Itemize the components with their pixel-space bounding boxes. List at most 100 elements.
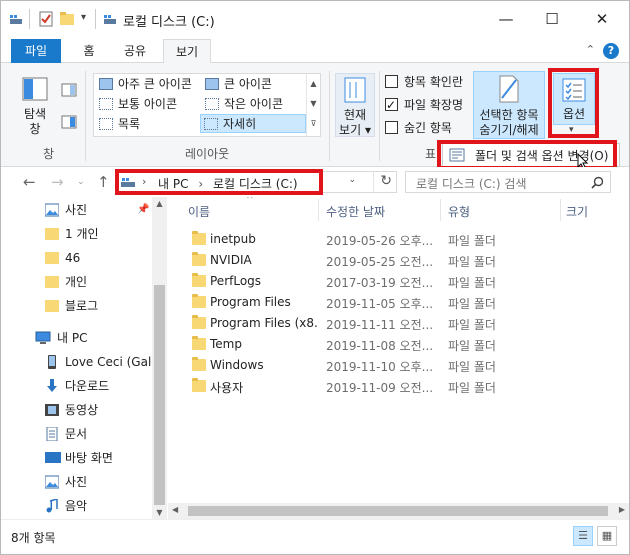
scroll-left-icon[interactable]: ◀ — [172, 505, 178, 514]
hidden-items-checkbox[interactable] — [385, 121, 398, 134]
details-view-icon — [204, 118, 218, 130]
horizontal-scrollbar-thumb[interactable] — [188, 506, 608, 516]
navigation-pane-label-2: 창 — [29, 122, 41, 136]
forward-arrow-icon[interactable]: → — [51, 173, 64, 191]
nav-item-my-pc[interactable]: 내 PC — [1, 327, 151, 349]
current-view-label-1: 현재 — [343, 108, 367, 122]
search-icon[interactable] — [591, 176, 604, 189]
up-arrow-icon[interactable]: ↑ — [97, 173, 110, 191]
details-pane-icon[interactable] — [61, 115, 77, 129]
scroll-right-icon[interactable]: ▶ — [619, 505, 625, 514]
maximize-button[interactable]: ☐ — [529, 1, 575, 37]
table-row[interactable]: 사용자 2019-11-09 오전... 파일 폴더 — [168, 376, 629, 397]
quick-access-dropdown-icon[interactable]: ▾ — [81, 12, 86, 28]
nav-item-folder-46[interactable]: 46 — [1, 247, 151, 269]
scrollbar-thumb[interactable] — [154, 285, 165, 505]
item-checkboxes-checkbox[interactable] — [385, 75, 398, 88]
nav-item-label: 개인 — [65, 275, 88, 289]
tab-file[interactable]: 파일 — [11, 39, 61, 63]
refresh-icon[interactable]: ↻ — [380, 173, 392, 189]
close-button[interactable]: ✕ — [579, 1, 625, 37]
item-checkboxes-toggle[interactable]: 항목 확인란 — [385, 73, 463, 91]
gallery-expand-icon[interactable]: ⊽ — [307, 114, 320, 134]
layout-item-label: 아주 큰 아이콘 — [118, 77, 192, 91]
address-divider — [373, 172, 374, 192]
nav-item-pictures-pinned[interactable]: 사진 📌 — [1, 199, 151, 221]
navigation-pane-scrollbar[interactable]: ▲ ▼ — [152, 197, 167, 519]
table-row[interactable]: PerfLogs 2017-03-19 오전... 파일 폴더 — [168, 271, 629, 292]
navigation-pane-button[interactable]: 탐색 창 — [15, 75, 55, 137]
new-folder-icon[interactable] — [59, 11, 75, 27]
column-divider[interactable] — [440, 199, 441, 221]
layout-medium-icons[interactable]: 보통 아이콘 — [96, 95, 200, 114]
file-extensions-checkbox[interactable] — [385, 96, 398, 114]
tab-share[interactable]: 공유 — [113, 39, 157, 63]
file-modified: 2019-05-25 오전... — [326, 255, 434, 269]
help-icon[interactable]: ? — [603, 43, 619, 59]
nav-item-label: 문서 — [65, 427, 88, 441]
table-row[interactable]: Program Files 2019-11-05 오후... 파일 폴더 — [168, 292, 629, 313]
column-divider[interactable] — [318, 199, 319, 221]
pin-icon[interactable]: 📌 — [137, 199, 149, 221]
gallery-up-icon[interactable]: ▲ — [307, 74, 320, 94]
large-icons-toggle-icon[interactable]: ▦ — [597, 526, 617, 546]
hidden-items-toggle[interactable]: 숨긴 항목 — [385, 119, 452, 137]
column-divider[interactable] — [560, 199, 561, 221]
layout-list[interactable]: 목록 — [96, 115, 200, 134]
layout-extra-large-icons[interactable]: 아주 큰 아이콘 — [96, 75, 200, 94]
properties-icon[interactable] — [39, 11, 53, 27]
layout-small-icons[interactable]: 작은 아이콘 — [202, 95, 306, 114]
table-row[interactable]: Windows 2019-11-10 오후... 파일 폴더 — [168, 355, 629, 376]
nav-item-phone[interactable]: Love Ceci (Galax — [1, 351, 166, 373]
column-header-size[interactable]: 크기 — [566, 203, 588, 220]
details-view-toggle-icon[interactable]: ☰ — [573, 526, 593, 546]
nav-item-label: 내 PC — [57, 331, 88, 345]
item-count: 8개 항목 — [11, 531, 56, 545]
nav-item-folder-1[interactable]: 1 개인 — [1, 223, 151, 245]
nav-item-folder-personal[interactable]: 개인 — [1, 271, 151, 293]
layout-gallery-scroll[interactable]: ▲ ▼ ⊽ — [306, 74, 320, 136]
column-header-name[interactable]: 이름 — [188, 203, 210, 220]
navigation-pane-icon — [22, 77, 48, 101]
gallery-down-icon[interactable]: ▼ — [307, 94, 320, 114]
nav-item-videos[interactable]: 동영상 — [1, 399, 151, 421]
file-type: 파일 폴더 — [448, 360, 496, 374]
folder-icon — [192, 294, 206, 308]
current-view-icon — [344, 77, 366, 103]
nav-item-label: 음악 — [65, 499, 88, 513]
column-header-modified[interactable]: 수정한 날짜 — [326, 203, 385, 220]
scroll-down-icon[interactable]: ▼ — [152, 508, 167, 517]
table-row[interactable]: Program Files (x8... 2019-11-11 오전... 파일 폴… — [168, 313, 629, 334]
current-view-button[interactable]: 현재 보기 ▾ — [335, 73, 375, 137]
table-row[interactable]: Temp 2019-11-08 오전... 파일 폴더 — [168, 334, 629, 355]
nav-item-folder-blog[interactable]: 블로그 — [1, 295, 151, 317]
scroll-up-icon[interactable]: ▲ — [152, 199, 167, 208]
search-input[interactable]: 로컬 디스크 (C:) 검색 — [416, 175, 527, 192]
nav-item-downloads[interactable]: 다운로드 — [1, 375, 151, 397]
table-row[interactable]: NVIDIA 2019-05-25 오전... 파일 폴더 — [168, 250, 629, 271]
file-extensions-toggle[interactable]: 파일 확장명 — [385, 96, 463, 114]
nav-item-music[interactable]: 음악 — [1, 495, 151, 517]
file-modified: 2019-11-11 오전... — [326, 318, 434, 332]
recent-locations-icon[interactable]: ⌄ — [77, 177, 85, 187]
tab-view[interactable]: 보기 — [163, 39, 211, 64]
nav-item-pictures[interactable]: 사진 — [1, 471, 151, 493]
document-icon — [46, 427, 58, 441]
search-box[interactable]: 로컬 디스크 (C:) 검색 — [405, 171, 611, 193]
nav-item-documents[interactable]: 문서 — [1, 423, 151, 445]
video-icon — [45, 404, 59, 416]
address-dropdown-icon[interactable]: ⌄ — [348, 175, 356, 185]
hide-selected-items-button[interactable]: 선택한 항목 숨기기/해제 — [473, 71, 545, 139]
preview-pane-icon[interactable] — [61, 83, 77, 97]
tab-home[interactable]: 홈 — [67, 39, 111, 63]
ribbon-collapse-icon[interactable]: ⌃ — [586, 43, 595, 56]
layout-details[interactable]: 자세히 — [200, 114, 306, 133]
table-row[interactable]: inetpub 2019-05-26 오후... 파일 폴더 — [168, 229, 629, 250]
layout-large-icons[interactable]: 큰 아이콘 — [202, 75, 306, 94]
ribbon-separator — [85, 71, 86, 161]
minimize-button[interactable]: — — [483, 1, 529, 37]
column-header-type[interactable]: 유형 — [448, 203, 470, 220]
nav-item-desktop[interactable]: 바탕 화면 — [1, 447, 151, 469]
back-arrow-icon[interactable]: ← — [23, 173, 36, 191]
file-list-horizontal-scrollbar[interactable]: ◀ ▶ — [168, 503, 629, 519]
